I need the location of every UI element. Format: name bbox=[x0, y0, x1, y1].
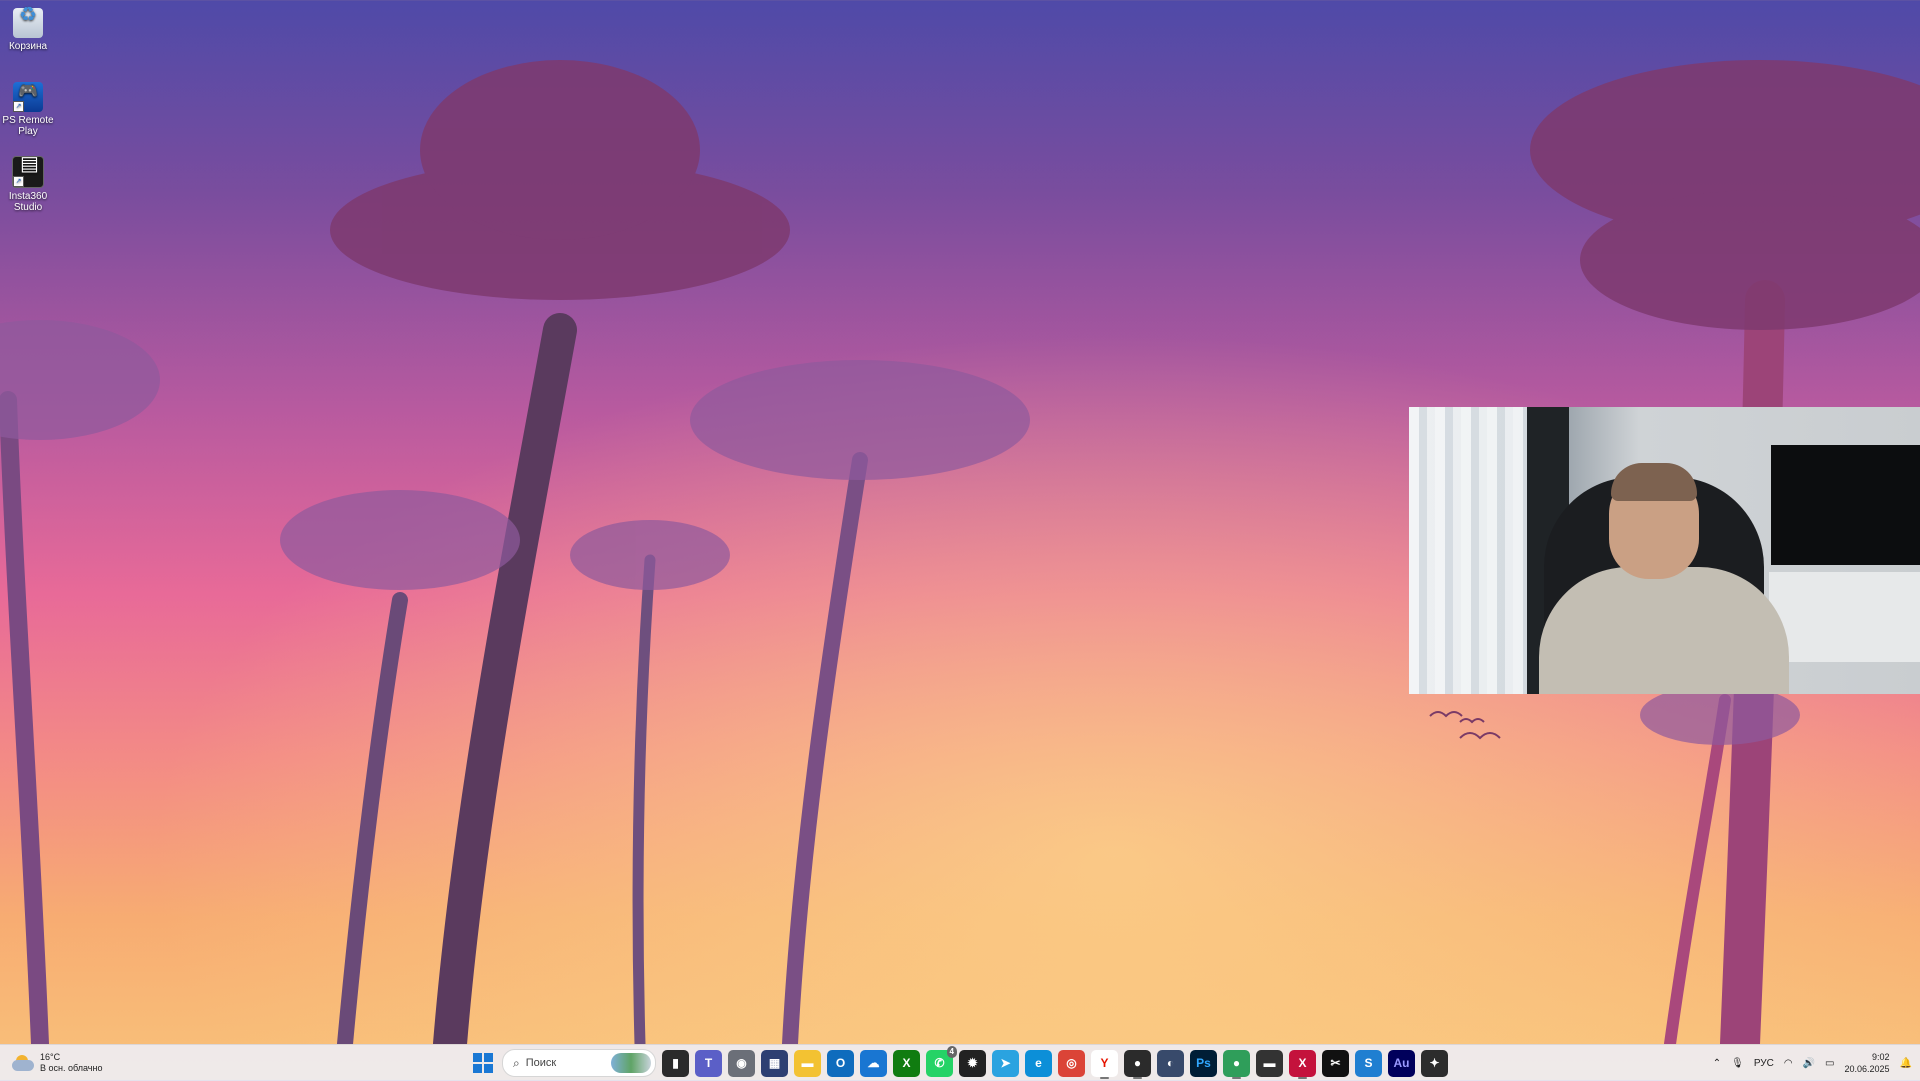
taskbar-app-file-explorer[interactable]: ▬ bbox=[794, 1049, 821, 1077]
language-indicator[interactable]: РУС bbox=[1754, 1058, 1774, 1069]
webcam-overlay bbox=[1409, 407, 1920, 694]
microphone-icon[interactable]: 🎙 bbox=[1731, 1058, 1744, 1069]
wifi-icon[interactable]: ◠ bbox=[1784, 1058, 1793, 1069]
weather-temperature: 16°C bbox=[40, 1052, 61, 1062]
telegram-icon: ➤ bbox=[1000, 1056, 1011, 1070]
shortcut-arrow-icon: ↗ bbox=[13, 101, 24, 112]
green-app-icon: ● bbox=[1232, 1056, 1241, 1070]
taskbar-app-davinci-resolve[interactable]: ✦ bbox=[1421, 1049, 1448, 1077]
xbox-icon: X bbox=[902, 1056, 911, 1070]
desktop-icon-insta360-studio[interactable]: ↗ Insta360 Studio bbox=[2, 152, 54, 213]
desktop-icon-label: Insta360 Studio bbox=[8, 191, 48, 213]
desktop-icon-label: PS Remote Play bbox=[2, 115, 54, 137]
teams-icon: T bbox=[704, 1056, 713, 1070]
taskbar-center: ⌕ Поиск ▮ T ◉ ▦ ▬ O ☁ X ✆ 4 ✹ ➤ e ◎ Y ● ◐ Ps ● ▬ X ✂ S Au ✦ bbox=[470, 1045, 1448, 1079]
taskbar-app-photoshop[interactable]: Ps bbox=[1190, 1049, 1217, 1077]
s-app-icon: S bbox=[1364, 1056, 1373, 1070]
taskbar-app-camera[interactable]: ◉ bbox=[728, 1049, 755, 1077]
taskbar-app-mixer-app[interactable]: ▬ bbox=[1256, 1049, 1283, 1077]
taskbar-search[interactable]: ⌕ Поиск bbox=[502, 1049, 656, 1077]
clock[interactable]: 9:02 20.06.2025 bbox=[1845, 1051, 1890, 1075]
photoshop-icon: Ps bbox=[1196, 1056, 1211, 1070]
chevron-up-icon[interactable]: ⌃ bbox=[1713, 1058, 1721, 1069]
mixer-app-icon: ▬ bbox=[1263, 1056, 1276, 1070]
desktop-icon-ps-remote-play[interactable]: ↗ PS Remote Play bbox=[2, 78, 54, 137]
search-icon: ⌕ bbox=[513, 1055, 520, 1070]
capcut-icon: ✂ bbox=[1330, 1056, 1341, 1070]
search-highlight-image bbox=[611, 1053, 651, 1073]
taskbar-app-x-app[interactable]: X bbox=[1289, 1049, 1316, 1079]
outlook-icon: O bbox=[835, 1056, 846, 1070]
clock-date: 20.06.2025 bbox=[1844, 1064, 1890, 1074]
taskbar-app-task-view[interactable]: ▮ bbox=[662, 1049, 689, 1077]
chrome-icon: ◎ bbox=[1066, 1056, 1077, 1070]
taskbar-app-s-app[interactable]: S bbox=[1355, 1049, 1382, 1077]
ps-remote-play-icon: ↗ bbox=[13, 82, 43, 112]
taskbar-app-obs[interactable]: ● bbox=[1124, 1049, 1151, 1079]
taskbar-app-calculator[interactable]: ▦ bbox=[761, 1049, 788, 1077]
insta360-studio-icon: ↗ bbox=[12, 156, 44, 188]
task-view-icon: ▮ bbox=[672, 1056, 679, 1070]
taskbar-app-outlook[interactable]: O bbox=[827, 1049, 854, 1077]
obs-icon: ● bbox=[1133, 1056, 1142, 1070]
taskbar-app-telegram[interactable]: ➤ bbox=[992, 1049, 1019, 1077]
taskbar-app-photos-app[interactable]: ✹ bbox=[959, 1049, 986, 1077]
battery-icon[interactable]: ▭ bbox=[1825, 1058, 1834, 1069]
taskbar-app-yandex-browser[interactable]: Y bbox=[1091, 1049, 1118, 1079]
search-placeholder: Поиск bbox=[525, 1057, 557, 1069]
partly-cloudy-icon bbox=[12, 1055, 34, 1071]
taskbar-app-onedrive[interactable]: ☁ bbox=[860, 1049, 887, 1077]
taskbar-app-chrome[interactable]: ◎ bbox=[1058, 1049, 1085, 1077]
edge-icon: e bbox=[1035, 1056, 1042, 1070]
desktop-icon-recycle-bin[interactable]: Корзина bbox=[2, 4, 54, 52]
onedrive-icon: ☁ bbox=[867, 1056, 880, 1070]
taskbar-app-whatsapp[interactable]: ✆ 4 bbox=[926, 1045, 957, 1077]
taskbar-app-edge[interactable]: e bbox=[1025, 1049, 1052, 1077]
taskbar-app-xbox[interactable]: X bbox=[893, 1049, 920, 1077]
taskbar-app-capcut[interactable]: ✂ bbox=[1322, 1049, 1349, 1077]
weather-widget[interactable]: 16°C В осн. облачно bbox=[12, 1049, 102, 1077]
system-tray: ⌃ 🎙 РУС ◠ 🔊 ▭ 9:02 20.06.2025 🔔 bbox=[1713, 1048, 1912, 1078]
calculator-icon: ▦ bbox=[768, 1056, 781, 1070]
taskbar-app-green-app[interactable]: ● bbox=[1223, 1049, 1250, 1079]
volume-icon[interactable]: 🔊 bbox=[1803, 1058, 1815, 1069]
davinci-resolve-icon: ✦ bbox=[1429, 1056, 1440, 1070]
camera-icon: ◉ bbox=[736, 1056, 747, 1070]
start-button[interactable] bbox=[470, 1050, 496, 1076]
whatsapp-icon: ✆ bbox=[934, 1056, 945, 1070]
taskbar-app-steam[interactable]: ◐ bbox=[1157, 1049, 1184, 1077]
taskbar: 16°C В осн. облачно ⌕ Поиск ▮ T ◉ ▦ ▬ O ☁ X ✆ 4 ✹ ➤… bbox=[0, 1044, 1920, 1081]
file-explorer-icon: ▬ bbox=[801, 1056, 814, 1070]
x-app-icon: X bbox=[1298, 1056, 1307, 1070]
notification-badge: 4 bbox=[946, 1045, 957, 1058]
taskbar-app-teams[interactable]: T bbox=[695, 1049, 722, 1077]
recycle-bin-icon bbox=[13, 8, 43, 38]
taskbar-app-audition[interactable]: Au bbox=[1388, 1049, 1415, 1077]
shortcut-arrow-icon: ↗ bbox=[13, 176, 24, 187]
clock-time: 9:02 bbox=[1872, 1052, 1890, 1062]
steam-icon: ◐ bbox=[1166, 1056, 1175, 1070]
notification-bell-icon[interactable]: 🔔 bbox=[1900, 1058, 1912, 1069]
audition-icon: Au bbox=[1393, 1056, 1410, 1070]
yandex-browser-icon: Y bbox=[1100, 1056, 1109, 1070]
photos-app-icon: ✹ bbox=[967, 1056, 978, 1070]
desktop-icon-label: Корзина bbox=[8, 41, 48, 52]
weather-condition: В осн. облачно bbox=[40, 1063, 103, 1073]
